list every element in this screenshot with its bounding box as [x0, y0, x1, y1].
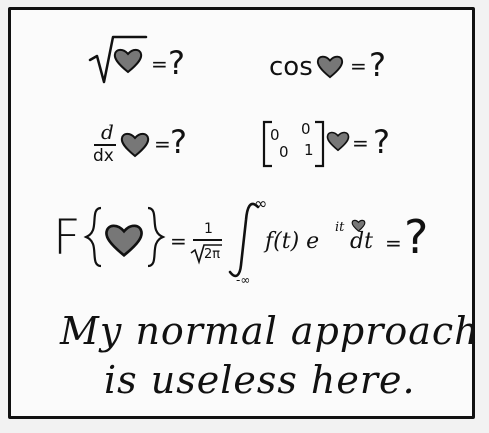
- differential: dt: [350, 229, 373, 254]
- integrand: f(t) e: [265, 229, 320, 254]
- caption-line-2: is useless here.: [104, 358, 416, 402]
- integral-upper-limit: ∞: [254, 194, 268, 213]
- question-mark: ?: [404, 210, 429, 264]
- integral-lower-limit: -∞: [236, 273, 251, 287]
- equals-sign: =: [385, 231, 402, 255]
- exponent: it: [335, 220, 345, 235]
- caption-line-1: My normal approach: [60, 309, 480, 353]
